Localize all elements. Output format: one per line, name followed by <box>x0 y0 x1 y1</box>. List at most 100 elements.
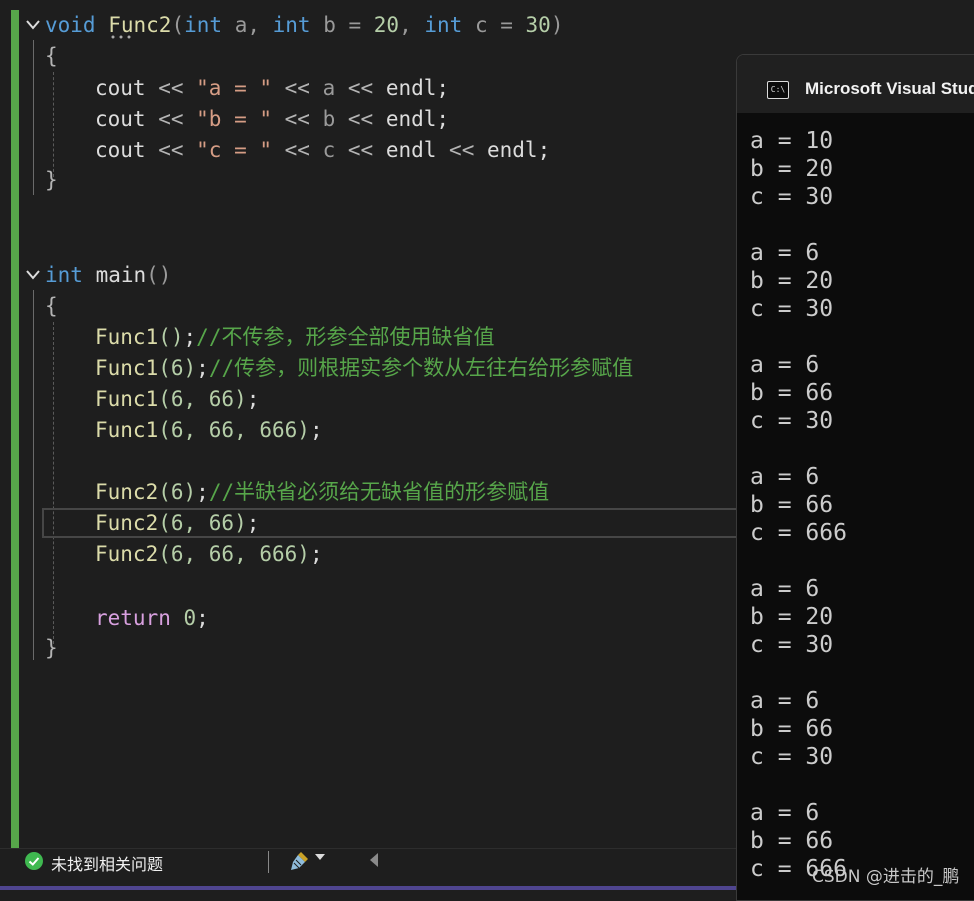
console-output-line: c = 30 <box>750 184 834 210</box>
endl: endl <box>385 107 437 131</box>
code-line-func1-call[interactable]: Func1(6, 66, 666); <box>95 415 323 445</box>
console-output-line: c = 30 <box>750 632 834 658</box>
code-line-func2-call[interactable]: Func2(6, 66); <box>95 508 259 538</box>
console-output-line: c = 666 <box>750 520 847 546</box>
code-cleanup-brush-icon[interactable] <box>287 849 311 873</box>
call-args: (6, 66, 666) <box>158 418 310 442</box>
operator: << <box>272 76 323 100</box>
function-call: Func2 <box>95 542 159 566</box>
paren: ( <box>171 13 185 37</box>
fold-toggle-func2-icon[interactable] <box>24 16 42 34</box>
code-line-return[interactable]: return 0; <box>95 603 209 633</box>
default-value: 20 <box>373 13 400 37</box>
keyword-void: void <box>45 13 96 37</box>
keyword-int: int <box>272 13 311 37</box>
function-call: Func2 <box>95 480 159 504</box>
chevron-down-icon[interactable] <box>315 854 325 860</box>
call-args: (6, 66) <box>158 387 247 411</box>
variable: a <box>322 76 336 100</box>
cout: cout <box>95 76 146 100</box>
call-args: (6, 66) <box>158 511 247 535</box>
return-value: 0 <box>170 606 197 630</box>
console-output-line: b = 66 <box>750 716 834 742</box>
string-literal: "c = " <box>196 138 273 162</box>
string-literal: "a = " <box>196 76 273 100</box>
console-output-line: a = 6 <box>750 240 820 266</box>
function-call: Func2 <box>95 511 159 535</box>
console-output-line: b = 20 <box>750 156 834 182</box>
func2-scope-guide <box>33 40 34 195</box>
console-output: a = 10 b = 20 c = 30 a = 6b = 20 c = 30 a = 6… <box>750 127 847 883</box>
semicolon: ; <box>309 542 323 566</box>
operator: << <box>436 138 487 162</box>
code-line-func1-call[interactable]: Func1();//不传参，形参全部使用缺省值 <box>95 322 494 352</box>
status-divider <box>268 851 269 873</box>
code-line-brace-close[interactable]: } <box>45 165 58 195</box>
paren: () <box>146 263 172 287</box>
code-line-cout-c[interactable]: cout << "c = " << c << endl << endl; <box>95 135 550 165</box>
code-line-cout-b[interactable]: cout << "b = " << b << endl; <box>95 104 449 134</box>
variable: b <box>322 107 336 131</box>
param-a: a, <box>222 13 273 37</box>
code-line-main-brace-open[interactable]: { <box>45 291 58 321</box>
console-output-line: a = 6 <box>750 800 820 826</box>
scroll-left-arrow-icon[interactable] <box>370 853 378 867</box>
keyword-int: int <box>184 13 223 37</box>
function-call: Func1 <box>95 418 159 442</box>
issues-status-text[interactable]: 未找到相关问题 <box>51 851 163 875</box>
semicolon: ; <box>246 387 260 411</box>
debug-console-window[interactable]: C:\ Microsoft Visual Studio Debug Consol… <box>736 54 974 901</box>
param-b: b = <box>310 13 374 37</box>
semicolon: ; <box>436 76 450 100</box>
call-args: () <box>158 325 184 349</box>
endl: endl <box>385 76 437 100</box>
code-line-main-brace-close[interactable]: } <box>45 633 58 663</box>
console-output-line: b = 20 <box>750 268 834 294</box>
suggestion-dots-icon[interactable] <box>110 34 132 40</box>
endl: endl <box>486 138 538 162</box>
paren: ) <box>550 13 564 37</box>
console-output-line: b = 20 <box>750 604 834 630</box>
param-c: c = <box>462 13 526 37</box>
main-indent-guide <box>53 322 54 644</box>
operator: << <box>272 138 323 162</box>
console-titlebar[interactable]: C:\ Microsoft Visual Studio Debug Consol… <box>737 55 974 113</box>
variable: c <box>322 138 336 162</box>
code-line-brace-open[interactable]: { <box>45 41 58 71</box>
operator: << <box>145 76 197 100</box>
code-line-cout-a[interactable]: cout << "a = " << a << endl; <box>95 73 449 103</box>
check-circle-icon[interactable] <box>25 852 43 870</box>
default-value: 30 <box>525 13 551 37</box>
operator: << <box>335 107 386 131</box>
semicolon: ; <box>196 356 209 380</box>
semicolon: ; <box>196 480 209 504</box>
operator: << <box>145 138 197 162</box>
fold-toggle-main-icon[interactable] <box>24 266 42 284</box>
comment: //传参，则根据实参个数从左往右给形参赋值 <box>208 356 634 380</box>
change-tracking-bar <box>11 10 19 848</box>
cout: cout <box>95 138 146 162</box>
console-output-line: a = 6 <box>750 352 820 378</box>
comment: //半缺省必须给无缺省值的形参赋值 <box>208 480 550 504</box>
func2-indent-guide <box>53 72 54 177</box>
comment: //不传参，形参全部使用缺省值 <box>196 325 495 349</box>
code-line-func1-call[interactable]: Func1(6, 66); <box>95 384 259 414</box>
console-app-icon: C:\ <box>767 81 789 99</box>
call-args: (6) <box>158 356 197 380</box>
call-args: (6) <box>158 480 197 504</box>
code-line-main-signature[interactable]: int main() <box>45 260 171 290</box>
main-scope-guide <box>33 290 34 660</box>
main-name: main <box>82 263 147 287</box>
code-line-func2-call[interactable]: Func2(6, 66, 666); <box>95 539 323 569</box>
code-line-func1-call[interactable]: Func1(6);//传参，则根据实参个数从左往右给形参赋值 <box>95 353 633 383</box>
string-literal: "b = " <box>196 107 273 131</box>
console-output-line: a = 6 <box>750 576 820 602</box>
code-line-func2-call[interactable]: Func2(6);//半缺省必须给无缺省值的形参赋值 <box>95 477 549 507</box>
function-call: Func1 <box>95 387 159 411</box>
console-output-line: a = 10 <box>750 128 834 154</box>
